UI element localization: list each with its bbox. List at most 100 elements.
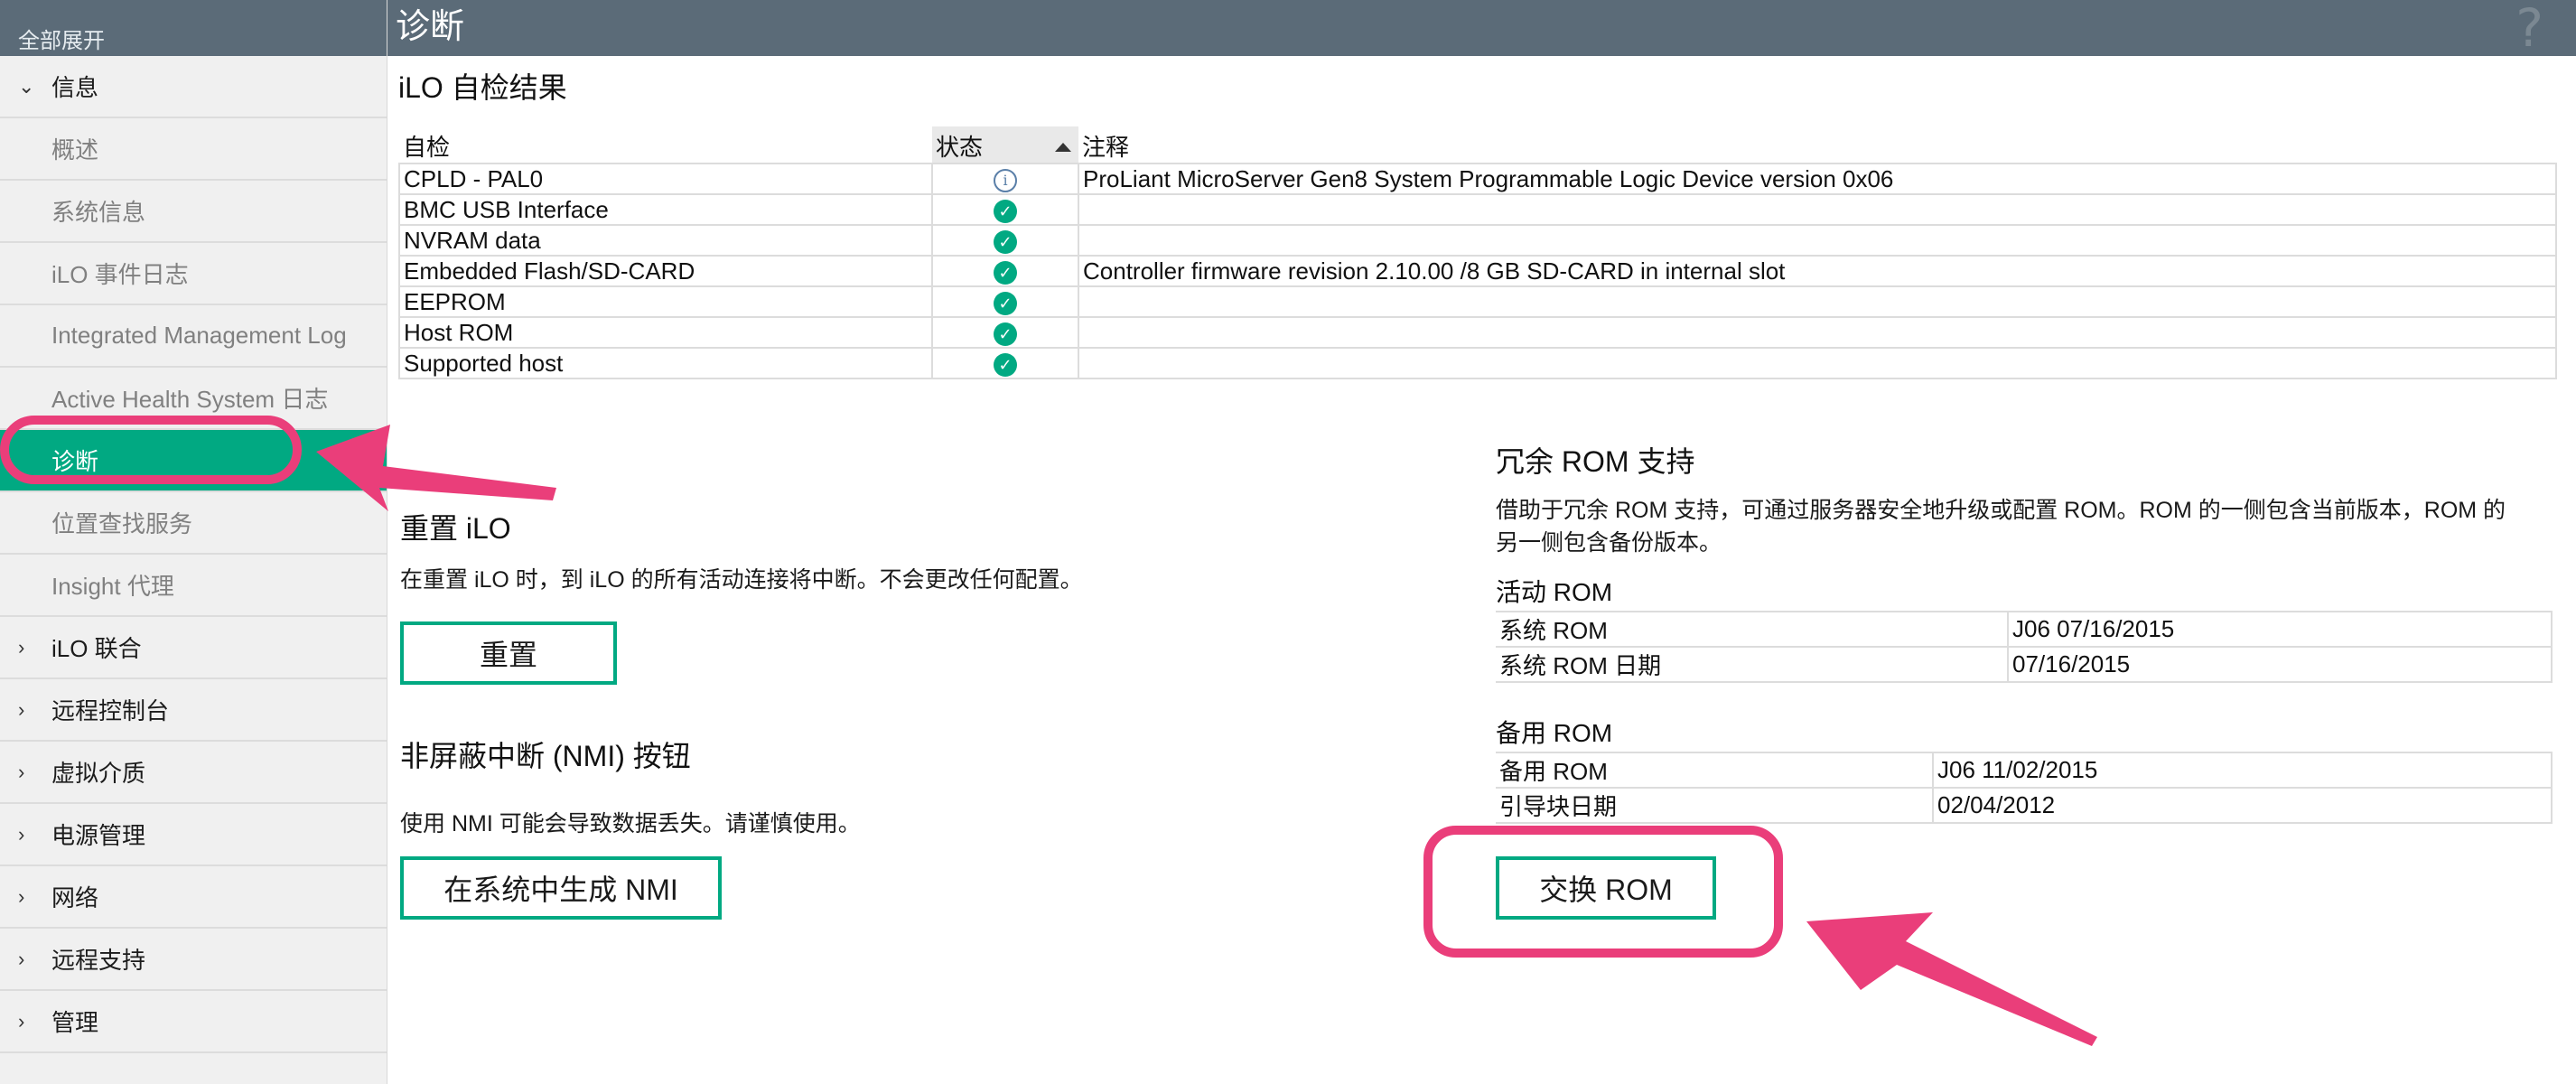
page-header: 诊断 ? [387, 0, 2576, 56]
table-row: Host ROM ✓ [398, 316, 2557, 349]
sidebar-item-label: 管理 [51, 1009, 99, 1036]
sidebar-item-label: Active Health System 日志 [51, 386, 329, 413]
check-circle-icon: ✓ [994, 229, 1017, 254]
info-icon: i [994, 168, 1017, 192]
rom-value: 02/04/2012 [1932, 787, 2553, 824]
sidebar-item-system-information[interactable]: 系统信息 [0, 181, 387, 243]
selftest-title: iLO 自检结果 [398, 71, 567, 104]
table-row: BMC USB Interface ✓ [398, 193, 2557, 226]
table-row: NVRAM data ✓ [398, 224, 2557, 257]
test-note: Controller firmware revision 2.10.00 /8 … [1078, 255, 2557, 287]
sidebar-item-integrated-management-log[interactable]: Integrated Management Log [0, 305, 387, 368]
table-row: 备用 ROM J06 11/02/2015 [1496, 752, 2553, 789]
backup-rom-table: 备用 ROM J06 11/02/2015 引导块日期 02/04/2012 [1496, 752, 2553, 824]
check-circle-icon: ✓ [994, 322, 1017, 346]
test-note [1078, 316, 2557, 349]
status-cell: ✓ [931, 285, 1079, 318]
test-note: ProLiant MicroServer Gen8 System Program… [1078, 163, 2557, 195]
sidebar-item-remote-console[interactable]: › 远程控制台 [0, 679, 387, 742]
help-icon[interactable]: ? [2515, 0, 2543, 56]
rom-value: J06 07/16/2015 [2007, 611, 2553, 648]
reset-button[interactable]: 重置 [400, 621, 617, 685]
rom-key: 备用 ROM [1496, 752, 1934, 789]
rom-value: 07/16/2015 [2007, 646, 2553, 683]
redundant-rom-description-line2: 另一侧包含备份版本。 [1496, 530, 1722, 556]
column-header-test[interactable]: 自检 [399, 126, 932, 164]
redundant-rom-description-line1: 借助于冗余 ROM 支持，可通过服务器安全地升级或配置 ROM。ROM 的一侧包… [1496, 498, 2506, 523]
sidebar-item-label: 信息 [51, 74, 99, 101]
sidebar-item-label: iLO 联合 [51, 635, 142, 662]
highlight-ring-swap-rom [1423, 826, 1783, 958]
chevron-right-icon: › [18, 1009, 25, 1033]
sidebar-item-power-management[interactable]: › 电源管理 [0, 804, 387, 866]
sidebar-item-network[interactable]: › 网络 [0, 866, 387, 929]
sidebar-item-administration[interactable]: › 管理 [0, 991, 387, 1053]
sidebar-item-label: 网络 [51, 884, 99, 911]
status-cell: ✓ [931, 193, 1079, 226]
table-row: EEPROM ✓ [398, 285, 2557, 318]
sort-ascending-icon [1055, 143, 1071, 152]
sidebar-item-label: 远程支持 [51, 947, 146, 974]
sidebar-item-label: 位置查找服务 [51, 510, 193, 537]
sidebar-item-ilo-federation[interactable]: › iLO 联合 [0, 617, 387, 679]
sidebar-item-information[interactable]: ⌄ 信息 [0, 56, 387, 118]
chevron-right-icon: › [18, 635, 25, 659]
status-cell: ✓ [931, 255, 1079, 287]
sidebar-item-label: 远程控制台 [51, 697, 170, 724]
column-header-label: 状态 [936, 134, 984, 161]
expand-all-link[interactable]: 全部展开 [0, 0, 387, 56]
redundant-rom-title: 冗余 ROM 支持 [1496, 445, 1695, 478]
active-rom-table: 系统 ROM J06 07/16/2015 系统 ROM 日期 07/16/20… [1496, 611, 2553, 683]
status-cell: i [931, 163, 1079, 195]
sidebar-item-label: 电源管理 [51, 822, 146, 849]
sidebar-item-overview[interactable]: 概述 [0, 118, 387, 181]
active-rom-title: 活动 ROM [1496, 578, 1613, 606]
test-name: NVRAM data [398, 224, 933, 257]
backup-rom-title: 备用 ROM [1496, 719, 1613, 747]
check-circle-icon: ✓ [994, 199, 1017, 223]
sidebar-item-locator-service[interactable]: 位置查找服务 [0, 492, 387, 555]
table-row: 系统 ROM 日期 07/16/2015 [1496, 646, 2553, 683]
test-note [1078, 347, 2557, 379]
rom-value: J06 11/02/2015 [1932, 752, 2553, 789]
highlight-ring-diagnostics [0, 416, 302, 484]
reset-ilo-description: 在重置 iLO 时，到 iLO 的所有活动连接将中断。不会更改任何配置。 [400, 567, 1083, 593]
rom-key: 系统 ROM 日期 [1496, 646, 2009, 683]
chevron-right-icon: › [18, 697, 25, 721]
test-note [1078, 285, 2557, 318]
chevron-down-icon: ⌄ [18, 74, 35, 98]
table-row: 引导块日期 02/04/2012 [1496, 787, 2553, 824]
nmi-title: 非屏蔽中断 (NMI) 按钮 [400, 740, 691, 772]
rom-key: 系统 ROM [1496, 611, 2009, 648]
column-header-status[interactable]: 状态 [932, 126, 1078, 164]
status-cell: ✓ [931, 316, 1079, 349]
sidebar-item-label: iLO 事件日志 [51, 261, 189, 288]
test-name: CPLD - PAL0 [398, 163, 933, 195]
sidebar-item-label: Integrated Management Log [51, 322, 347, 349]
rom-key: 引导块日期 [1496, 787, 1934, 824]
sidebar-item-label: 概述 [51, 136, 99, 164]
table-row: CPLD - PAL0 i ProLiant MicroServer Gen8 … [398, 163, 2557, 195]
status-cell: ✓ [931, 347, 1079, 379]
generate-nmi-button[interactable]: 在系统中生成 NMI [400, 856, 722, 920]
test-name: Embedded Flash/SD-CARD [398, 255, 933, 287]
check-circle-icon: ✓ [994, 291, 1017, 315]
check-circle-icon: ✓ [994, 352, 1017, 377]
page-title: 诊断 [396, 8, 465, 46]
chevron-right-icon: › [18, 947, 25, 970]
sidebar-item-remote-support[interactable]: › 远程支持 [0, 929, 387, 991]
chevron-right-icon: › [18, 760, 25, 783]
test-name: BMC USB Interface [398, 193, 933, 226]
column-header-notes[interactable]: 注释 [1078, 126, 2556, 164]
sidebar-item-label: 虚拟介质 [51, 760, 146, 787]
test-name: EEPROM [398, 285, 933, 318]
reset-ilo-title: 重置 iLO [400, 512, 511, 545]
check-circle-icon: ✓ [994, 260, 1017, 285]
test-name: Host ROM [398, 316, 933, 349]
sidebar-item-label: Insight 代理 [51, 573, 174, 600]
status-cell: ✓ [931, 224, 1079, 257]
sidebar-item-virtual-media[interactable]: › 虚拟介质 [0, 742, 387, 804]
sidebar-item-label: 系统信息 [51, 199, 146, 226]
sidebar-item-ilo-event-log[interactable]: iLO 事件日志 [0, 243, 387, 305]
sidebar-item-insight-agent[interactable]: Insight 代理 [0, 555, 387, 617]
